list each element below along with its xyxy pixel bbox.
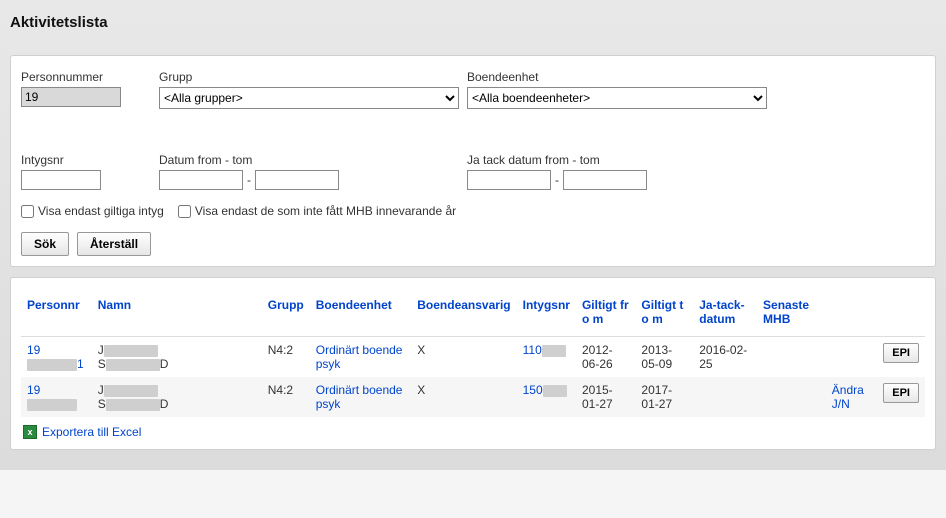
- epi-button[interactable]: EPI: [883, 383, 919, 403]
- field-intygsnr: Intygsnr: [21, 153, 151, 190]
- th-personnr[interactable]: Personnr: [21, 292, 92, 337]
- titlebar: Aktivitetslista: [0, 0, 946, 55]
- chk-mhb-wrapper[interactable]: Visa endast de som inte fått MHB innevar…: [178, 204, 456, 218]
- personnummer-input[interactable]: [21, 87, 121, 107]
- boendeenhet-link[interactable]: Ordinärt boende psyk: [316, 383, 403, 411]
- giltig-from-cell: 2015-01-27: [576, 377, 635, 417]
- export-row: x Exportera till Excel: [21, 417, 925, 439]
- chk-giltiga-wrapper[interactable]: Visa endast giltiga intyg: [21, 204, 164, 218]
- th-senaste-mhb[interactable]: Senaste MHB: [757, 292, 826, 337]
- export-excel-link[interactable]: Exportera till Excel: [42, 425, 141, 439]
- grupp-cell: N4:2: [262, 377, 310, 417]
- jatack-from-input[interactable]: [467, 170, 551, 190]
- senaste-mhb-cell: [757, 337, 826, 378]
- personnummer-label: Personnummer: [21, 70, 151, 84]
- date-separator: -: [555, 173, 559, 187]
- epi-button[interactable]: EPI: [883, 343, 919, 363]
- chk-mhb-label: Visa endast de som inte fått MHB innevar…: [195, 204, 456, 218]
- table-row: 191 J SD N4:2 Ordinärt boende psyk X 110…: [21, 337, 925, 378]
- page-title: Aktivitetslista: [10, 14, 936, 31]
- results-panel: Personnr Namn Grupp Boendeenhet Boendean…: [10, 277, 936, 450]
- chk-mhb[interactable]: [178, 205, 191, 218]
- aterstall-button[interactable]: Återställ: [77, 232, 151, 256]
- date-separator: -: [247, 173, 251, 187]
- grupp-label: Grupp: [159, 70, 459, 84]
- th-grupp[interactable]: Grupp: [262, 292, 310, 337]
- filter-panel: Personnummer Grupp <Alla grupper> Boende…: [10, 55, 936, 267]
- boendeansvarig-cell: X: [411, 377, 516, 417]
- andra-cell: [826, 337, 877, 378]
- datum-label: Datum from - tom: [159, 153, 459, 167]
- th-giltig-from[interactable]: Giltigt fr o m: [576, 292, 635, 337]
- field-datum: Datum from - tom -: [159, 153, 459, 190]
- intygsnr-label: Intygsnr: [21, 153, 151, 167]
- table-row: 19 J SD N4:2 Ordinärt boende psyk X 150 …: [21, 377, 925, 417]
- jatack-tom-input[interactable]: [563, 170, 647, 190]
- jatack-label: Ja tack datum from - tom: [467, 153, 767, 167]
- personnr-link[interactable]: 191: [27, 343, 84, 371]
- giltig-from-cell: 2012-06-26: [576, 337, 635, 378]
- chk-giltiga-label: Visa endast giltiga intyg: [38, 204, 164, 218]
- jatack-cell: [693, 377, 757, 417]
- grupp-select[interactable]: <Alla grupper>: [159, 87, 459, 109]
- excel-icon: x: [23, 425, 37, 439]
- giltig-tom-cell: 2017-01-27: [635, 377, 693, 417]
- th-giltig-tom[interactable]: Giltigt t o m: [635, 292, 693, 337]
- intygsnr-input[interactable]: [21, 170, 101, 190]
- namn-cell: J SD: [92, 377, 262, 417]
- sok-button[interactable]: Sök: [21, 232, 69, 256]
- field-personnummer: Personnummer: [21, 70, 151, 109]
- chk-giltiga[interactable]: [21, 205, 34, 218]
- field-boendeenhet: Boendeenhet <Alla boendeenheter>: [467, 70, 767, 109]
- personnr-link[interactable]: 19: [27, 383, 77, 411]
- boendeansvarig-cell: X: [411, 337, 516, 378]
- jatack-cell: 2016-02-25: [693, 337, 757, 378]
- th-boendeenhet[interactable]: Boendeenhet: [310, 292, 412, 337]
- namn-cell: J SD: [92, 337, 262, 378]
- th-namn[interactable]: Namn: [92, 292, 262, 337]
- grupp-cell: N4:2: [262, 337, 310, 378]
- senaste-mhb-cell: [757, 377, 826, 417]
- boendeenhet-select[interactable]: <Alla boendeenheter>: [467, 87, 767, 109]
- giltig-tom-cell: 2013-05-09: [635, 337, 693, 378]
- datum-tom-input[interactable]: [255, 170, 339, 190]
- th-intygsnr[interactable]: Intygsnr: [517, 292, 576, 337]
- th-jatack[interactable]: Ja-tack-datum: [693, 292, 757, 337]
- intygsnr-link[interactable]: 110: [523, 343, 566, 357]
- intygsnr-link[interactable]: 150: [523, 383, 567, 397]
- boendeenhet-link[interactable]: Ordinärt boende psyk: [316, 343, 403, 371]
- field-grupp: Grupp <Alla grupper>: [159, 70, 459, 109]
- andra-link[interactable]: Ändra J/N: [832, 383, 864, 411]
- datum-from-input[interactable]: [159, 170, 243, 190]
- field-jatack: Ja tack datum from - tom -: [467, 153, 767, 190]
- th-boendeansvarig[interactable]: Boendeansvarig: [411, 292, 516, 337]
- boendeenhet-label: Boendeenhet: [467, 70, 767, 84]
- results-table: Personnr Namn Grupp Boendeenhet Boendean…: [21, 292, 925, 417]
